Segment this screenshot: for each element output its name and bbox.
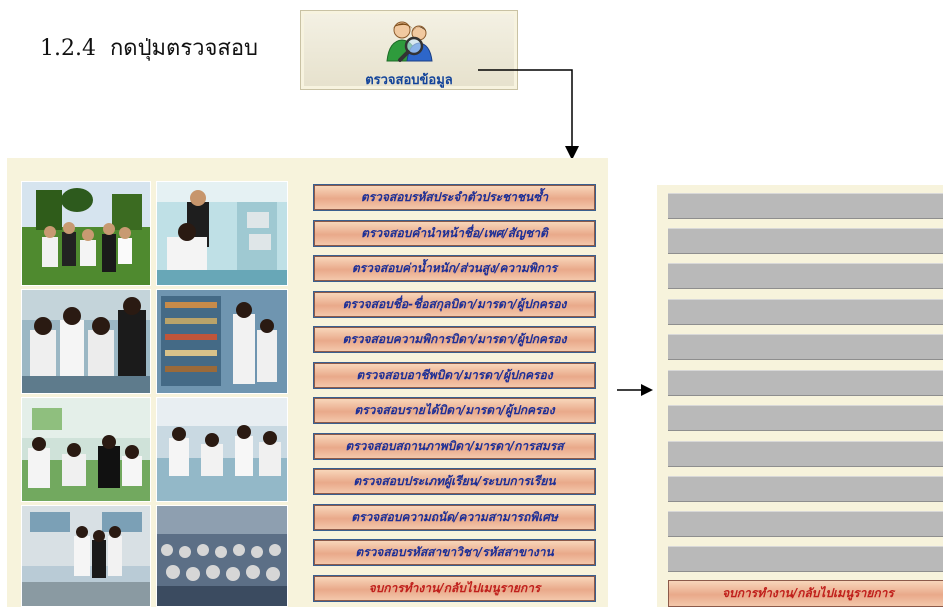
photo-library (156, 289, 288, 394)
result-row (668, 476, 943, 502)
menu-item-title-gender-nationality[interactable]: ตรวจสอบคำนำหน้าชื่อ/เพศ/สัญชาติ (313, 220, 596, 247)
menu-item-parent-occupation[interactable]: ตรวจสอบอาชีพบิดา/มารดา/ผู้ปกครอง (313, 362, 596, 389)
photo-students-lawn (21, 181, 151, 286)
menu-item-special-ability[interactable]: ตรวจสอบความถนัด/ความสามารถพิเศษ (313, 504, 596, 531)
menu-panel: ตรวจสอบรหัสประจำตัวประชาชนซ้ำ ตรวจสอบคำน… (7, 158, 608, 607)
connector-arrow-down (478, 69, 579, 160)
result-row (668, 546, 943, 572)
result-row (668, 299, 943, 325)
result-row (668, 334, 943, 360)
photo-building (21, 505, 151, 607)
menu-item-weight-height-disability[interactable]: ตรวจสอบค่าน้ำหนัก/ส่วนสูง/ความพิการ (313, 255, 596, 282)
step-number: 1.2.4 (40, 36, 96, 61)
photo-assembly (156, 505, 288, 607)
result-row (668, 370, 943, 396)
step-instruction: 1.2.4 กดปุ่มตรวจสอบ (40, 30, 258, 65)
menu-item-learner-type[interactable]: ตรวจสอบประเภทผู้เรียน/ระบบการเรียน (313, 468, 596, 495)
result-exit-button[interactable]: จบการทำงาน/กลับไปเมนูรายการ (668, 580, 943, 607)
photo-classroom (21, 397, 151, 502)
exit-button[interactable]: จบการทำงาน/กลับไปเมนูรายการ (313, 575, 596, 602)
menu-item-parent-names[interactable]: ตรวจสอบชื่อ-ชื่อสกุลบิดา/มารดา/ผู้ปกครอง (313, 291, 596, 318)
result-row (668, 511, 943, 537)
result-row (668, 441, 943, 467)
result-row (668, 405, 943, 431)
people-magnifier-icon (386, 21, 433, 62)
menu-item-parent-income[interactable]: ตรวจสอบรายได้บิดา/มารดา/ผู้ปกครอง (313, 397, 596, 424)
menu-item-marital-status[interactable]: ตรวจสอบสถานภาพบิดา/มารดา/การสมรส (313, 433, 596, 460)
menu-item-major-code[interactable]: ตรวจสอบรหัสสาขาวิชา/รหัสสาขางาน (313, 539, 596, 566)
menu-item-parent-disability[interactable]: ตรวจสอบความพิการบิดา/มารดา/ผู้ปกครอง (313, 326, 596, 353)
photo-study-group (156, 397, 288, 502)
photo-computer-lab (156, 181, 288, 286)
result-row (668, 228, 943, 254)
step-text: กดปุ่มตรวจสอบ (109, 36, 259, 61)
result-row (668, 263, 943, 289)
photo-students-group (21, 289, 151, 394)
result-row (668, 193, 943, 219)
result-panel: จบการทำงาน/กลับไปเมนูรายการ (657, 185, 943, 607)
connector-arrow-right (617, 384, 653, 396)
menu-item-duplicate-citizen-id[interactable]: ตรวจสอบรหัสประจำตัวประชาชนซ้ำ (313, 184, 596, 211)
